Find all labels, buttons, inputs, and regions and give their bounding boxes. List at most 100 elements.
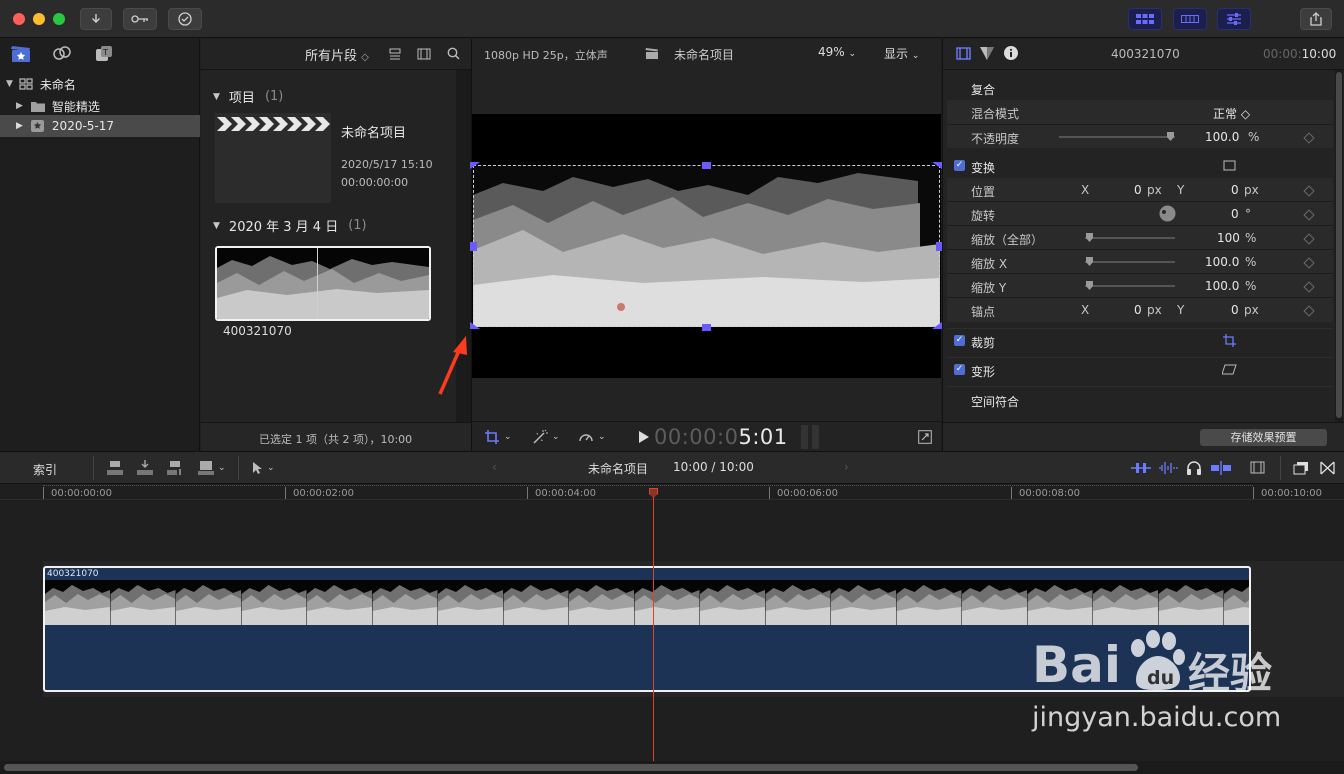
- keyframe-diamond-icon[interactable]: [1303, 257, 1315, 269]
- video-canvas[interactable]: [470, 114, 943, 378]
- video-waveform-icon[interactable]: [1131, 461, 1151, 475]
- headphones-icon[interactable]: [1186, 460, 1202, 475]
- timeline-toggle-button[interactable]: [1173, 8, 1207, 30]
- append-clip-icon[interactable]: [166, 460, 184, 476]
- anchor-y-value[interactable]: 0: [1231, 303, 1239, 317]
- titles-generators-tab[interactable]: T: [94, 45, 114, 63]
- crop-onscreen-icon[interactable]: [1223, 334, 1236, 347]
- transform-checkbox[interactable]: ✓: [954, 160, 965, 171]
- composite-section-header[interactable]: 复合: [971, 81, 995, 98]
- libraries-tab[interactable]: [11, 45, 31, 63]
- keyframe-diamond-icon[interactable]: [1303, 233, 1315, 245]
- scale-all-slider-knob[interactable]: [1086, 233, 1093, 242]
- minimize-window-button[interactable]: [33, 13, 45, 25]
- timeline-scroll-thumb[interactable]: [4, 764, 1138, 771]
- scale-x-slider[interactable]: [1085, 261, 1175, 263]
- sidebar-item-library[interactable]: ▼ 未命名: [6, 73, 200, 95]
- search-button[interactable]: [447, 47, 460, 60]
- transform-handle-bottom[interactable]: [702, 324, 711, 331]
- transform-tools-dropdown[interactable]: ⌄: [484, 429, 512, 445]
- disclosure-down-icon[interactable]: ▼: [213, 221, 220, 231]
- history-forward-button[interactable]: ›: [844, 460, 849, 474]
- share-button[interactable]: [1300, 8, 1332, 30]
- transform-bounding-box[interactable]: [473, 165, 940, 327]
- sidebar-item-event[interactable]: ▶ 2020-5-17: [0, 115, 200, 137]
- clip-appearance-icon[interactable]: [1250, 461, 1265, 474]
- import-button[interactable]: [80, 8, 112, 30]
- event-date-section-header[interactable]: ▼ 2020 年 3 月 4 日 (1): [213, 216, 367, 235]
- close-window-button[interactable]: [13, 13, 25, 25]
- transitions-browser-icon[interactable]: [1320, 461, 1335, 475]
- projects-section-header[interactable]: ▼ 项目 (1): [213, 87, 283, 106]
- connect-clip-icon[interactable]: [106, 460, 124, 476]
- snapping-icon[interactable]: [1211, 461, 1231, 475]
- keyframe-diamond-icon[interactable]: [1303, 185, 1315, 197]
- opacity-value[interactable]: 100.0: [1205, 130, 1239, 144]
- disclosure-down-icon[interactable]: ▼: [6, 79, 13, 89]
- disclosure-right-icon[interactable]: ▶: [16, 101, 23, 111]
- keyframe-diamond-icon[interactable]: [1303, 305, 1315, 317]
- anchor-x-value[interactable]: 0: [1134, 303, 1142, 317]
- transform-section-header[interactable]: ✓ 变换: [947, 154, 1333, 178]
- enhancements-dropdown[interactable]: ⌄: [532, 429, 560, 445]
- scale-y-value[interactable]: 100.0: [1205, 279, 1239, 293]
- keyframe-diamond-icon[interactable]: [1303, 132, 1315, 144]
- disclosure-down-icon[interactable]: ▼: [213, 92, 220, 102]
- inspector-toggle-button[interactable]: [1217, 8, 1251, 30]
- project-thumbnail[interactable]: [215, 113, 331, 203]
- inspector-scroll-thumb[interactable]: [1336, 72, 1342, 418]
- distort-section-header[interactable]: ✓ 变形: [947, 357, 1333, 381]
- distort-onscreen-icon[interactable]: [1222, 364, 1237, 375]
- clip-thumbnail[interactable]: [215, 246, 431, 321]
- fullscreen-button[interactable]: [918, 430, 932, 444]
- transform-handle-top[interactable]: [702, 162, 711, 169]
- zoom-dropdown[interactable]: 49% ⌄: [818, 45, 856, 59]
- blend-mode-dropdown[interactable]: 正常 ◇: [1213, 105, 1250, 122]
- distort-checkbox[interactable]: ✓: [954, 364, 965, 375]
- clip-filter-dropdown[interactable]: 所有片段 ◇: [305, 45, 369, 64]
- scale-y-slider[interactable]: [1085, 285, 1175, 287]
- effects-browser-icon[interactable]: [1293, 461, 1309, 475]
- scale-x-value[interactable]: 100.0: [1205, 255, 1239, 269]
- display-dropdown[interactable]: 显示 ⌄: [884, 45, 919, 62]
- scale-x-slider-knob[interactable]: [1086, 257, 1093, 266]
- photos-audio-tab[interactable]: [52, 45, 72, 63]
- inspector-scrollbar[interactable]: [1335, 70, 1343, 422]
- position-x-value[interactable]: 0: [1134, 183, 1142, 197]
- history-back-button[interactable]: ‹: [492, 460, 497, 474]
- audio-skimming-icon[interactable]: [1158, 461, 1178, 475]
- keyframe-diamond-icon[interactable]: [1303, 281, 1315, 293]
- keywords-button[interactable]: [123, 8, 157, 30]
- scale-all-value[interactable]: 100: [1217, 231, 1240, 245]
- rotation-value[interactable]: 0: [1231, 207, 1239, 221]
- project-name[interactable]: 未命名项目: [341, 122, 406, 141]
- position-y-value[interactable]: 0: [1231, 183, 1239, 197]
- clip-appearance-button[interactable]: [389, 48, 401, 60]
- playhead[interactable]: [649, 488, 658, 761]
- playhead-marker[interactable]: [649, 488, 658, 498]
- timecode-display[interactable]: 00:00:05:01: [654, 425, 788, 449]
- filmstrip-view-button[interactable]: [417, 48, 431, 60]
- timeline-scrollbar[interactable]: [0, 761, 1344, 774]
- browser-toggle-button[interactable]: [1128, 8, 1162, 30]
- timeline-index-button[interactable]: 索引: [33, 461, 57, 478]
- disclosure-right-icon[interactable]: ▶: [16, 121, 23, 131]
- info-inspector-tab[interactable]: [1004, 46, 1018, 60]
- tool-select-dropdown[interactable]: ⌄: [252, 461, 275, 474]
- sidebar-item-smart-collections[interactable]: ▶ 智能精选: [16, 95, 200, 117]
- color-inspector-tab[interactable]: [980, 47, 994, 60]
- spatial-conform-section[interactable]: 空间符合: [947, 386, 1333, 410]
- transform-onscreen-icon[interactable]: [1223, 160, 1236, 171]
- overwrite-dropdown[interactable]: ⌄: [197, 460, 226, 476]
- video-inspector-tab[interactable]: [956, 47, 971, 60]
- insert-clip-icon[interactable]: [136, 460, 154, 476]
- rotation-dial-icon[interactable]: [1159, 205, 1176, 222]
- background-tasks-button[interactable]: [168, 8, 202, 30]
- zoom-window-button[interactable]: [53, 13, 65, 25]
- scale-all-slider[interactable]: [1085, 237, 1175, 239]
- opacity-slider-knob[interactable]: [1167, 132, 1174, 141]
- save-effects-preset-button[interactable]: 存储效果预置: [1200, 429, 1327, 446]
- crop-section-header[interactable]: ✓ 裁剪: [947, 328, 1333, 352]
- crop-checkbox[interactable]: ✓: [954, 335, 965, 346]
- opacity-slider[interactable]: [1059, 136, 1175, 138]
